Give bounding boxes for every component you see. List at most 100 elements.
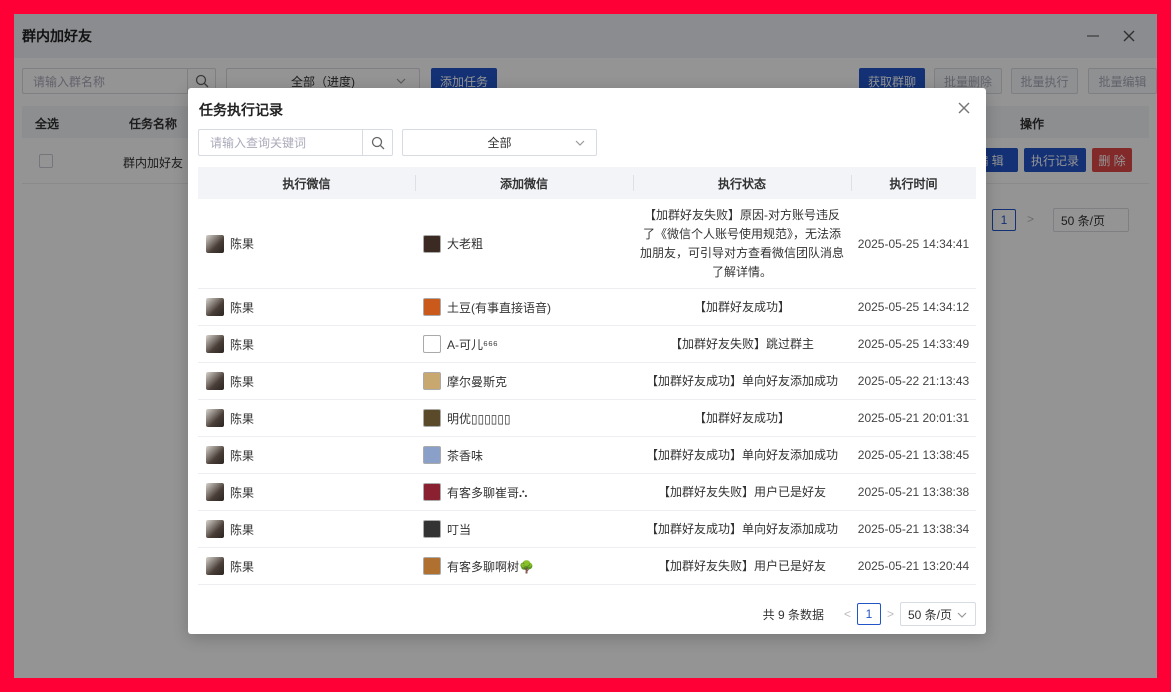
time-cell: 2025-05-21 13:38:34 bbox=[857, 522, 970, 536]
avatar bbox=[423, 446, 441, 464]
keyword-search-placeholder: 请输入查询关键词 bbox=[210, 136, 307, 150]
time-cell: 2025-05-21 13:38:38 bbox=[857, 485, 970, 499]
add-wechat-name: A-可儿⁶⁶⁶ bbox=[447, 337, 498, 352]
status-filter-value: 全部 bbox=[487, 136, 512, 150]
add-wechat-name: 有客多聊崔哥⛬ bbox=[447, 485, 528, 500]
exec-wechat-name: 陈果 bbox=[230, 448, 255, 463]
table-row: 陈果 摩尔曼斯克 【加群好友成功】单向好友添加成功 2025-05-22 21:13:… bbox=[198, 363, 976, 400]
page-size-value: 50 条/页 bbox=[908, 607, 953, 622]
avatar bbox=[206, 446, 224, 464]
exec-wechat-cell: 陈果 bbox=[198, 446, 415, 464]
prev-page-icon[interactable]: < bbox=[844, 607, 851, 621]
add-wechat-name: 叮当 bbox=[447, 522, 472, 537]
time-cell: 2025-05-22 21:13:43 bbox=[857, 374, 970, 388]
exec-wechat-name: 陈果 bbox=[230, 559, 255, 574]
time-cell: 2025-05-25 14:33:49 bbox=[857, 337, 970, 351]
exec-record-modal: 任务执行记录 请输入查询关键词 全部 执行微信 添加微信 执行状态 执行时间 陈… bbox=[188, 88, 986, 634]
add-wechat-cell: 摩尔曼斯克 bbox=[415, 372, 633, 390]
table-row: 陈果 土豆(有事直接语音) 【加群好友成功】 2025-05-25 14:34:12 bbox=[198, 289, 976, 326]
table-row: 陈果 叮当 【加群好友成功】单向好友添加成功 2025-05-21 13:38:34 bbox=[198, 511, 976, 548]
avatar bbox=[423, 520, 441, 538]
status-cell: 【加群好友失败】跳过群主 bbox=[669, 336, 814, 351]
table-row: 陈果 A-可儿⁶⁶⁶ 【加群好友失败】跳过群主 2025-05-25 14:33:49 bbox=[198, 326, 976, 363]
exec-wechat-name: 陈果 bbox=[230, 522, 255, 537]
avatar bbox=[206, 234, 224, 253]
add-wechat-cell: A-可儿⁶⁶⁶ bbox=[415, 335, 633, 353]
time-cell: 2025-05-25 14:34:41 bbox=[857, 236, 970, 251]
time-header: 执行时间 bbox=[851, 167, 976, 199]
time-cell: 2025-05-21 13:20:44 bbox=[857, 559, 970, 573]
table-row: 陈果 茶香味 【加群好友成功】单向好友添加成功 2025-05-21 13:38:45 bbox=[198, 437, 976, 474]
avatar bbox=[206, 372, 224, 390]
close-icon[interactable] bbox=[954, 98, 974, 118]
avatar bbox=[423, 483, 441, 501]
status-header: 执行状态 bbox=[633, 167, 851, 199]
avatar bbox=[206, 298, 224, 316]
exec-record-table: 执行微信 添加微信 执行状态 执行时间 陈果 大老粗 【加群好友失败】原因-对方账号… bbox=[198, 167, 976, 585]
modal-title: 任务执行记录 bbox=[199, 102, 283, 118]
modal-pager-total: 共 9 条数据 bbox=[762, 607, 824, 622]
avatar bbox=[206, 557, 224, 575]
avatar bbox=[206, 335, 224, 353]
add-wechat-header: 添加微信 bbox=[415, 167, 633, 199]
avatar bbox=[423, 298, 441, 316]
time-cell: 2025-05-21 20:01:31 bbox=[857, 411, 970, 425]
add-wechat-name: 茶香味 bbox=[447, 448, 484, 463]
exec-wechat-header: 执行微信 bbox=[282, 176, 331, 191]
chevron-down-icon bbox=[957, 612, 967, 618]
exec-wechat-cell: 陈果 bbox=[198, 234, 415, 253]
table-row: 陈果 有客多聊啊树🌳 【加群好友失败】用户已是好友 2025-05-21 13:20:… bbox=[198, 548, 976, 585]
keyword-search-input[interactable]: 请输入查询关键词 bbox=[198, 129, 393, 156]
exec-wechat-name: 陈果 bbox=[230, 300, 255, 315]
add-wechat-name: 大老粗 bbox=[447, 237, 484, 251]
avatar bbox=[423, 409, 441, 427]
page-size-select[interactable]: 50 条/页 bbox=[900, 602, 976, 626]
exec-wechat-cell: 陈果 bbox=[198, 298, 415, 316]
status-cell: 【加群好友成功】单向好友添加成功 bbox=[645, 373, 838, 388]
status-cell: 【加群好友成功】单向好友添加成功 bbox=[645, 521, 838, 536]
add-wechat-name: 土豆(有事直接语音) bbox=[447, 300, 551, 315]
exec-wechat-cell: 陈果 bbox=[198, 372, 415, 390]
modal-pager: 共 9 条数据 < 1 > 50 条/页 bbox=[763, 602, 976, 626]
add-wechat-cell: 大老粗 bbox=[415, 234, 633, 253]
status-cell: 【加群好友成功】 bbox=[693, 299, 790, 314]
avatar bbox=[206, 409, 224, 427]
status-cell: 【加群好友成功】 bbox=[693, 410, 790, 425]
avatar bbox=[423, 335, 441, 353]
add-wechat-name: 有客多聊啊树🌳 bbox=[447, 559, 534, 574]
search-icon[interactable] bbox=[362, 130, 392, 155]
avatar bbox=[423, 234, 441, 253]
status-cell: 【加群好友失败】用户已是好友 bbox=[657, 484, 826, 499]
status-filter-select[interactable]: 全部 bbox=[402, 129, 597, 156]
exec-wechat-name: 陈果 bbox=[230, 374, 255, 389]
chevron-down-icon bbox=[575, 140, 585, 146]
add-wechat-cell: 有客多聊崔哥⛬ bbox=[415, 483, 633, 501]
table-row: 陈果 明优▯▯▯▯▯▯ 【加群好友成功】 2025-05-21 20:01:31 bbox=[198, 400, 976, 437]
exec-wechat-cell: 陈果 bbox=[198, 483, 415, 501]
status-cell: 【加群好友成功】单向好友添加成功 bbox=[645, 447, 838, 462]
add-wechat-cell: 明优▯▯▯▯▯▯ bbox=[415, 409, 633, 427]
add-wechat-cell: 土豆(有事直接语音) bbox=[415, 298, 633, 316]
table-row: 陈果 有客多聊崔哥⛬ 【加群好友失败】用户已是好友 2025-05-21 13:38:… bbox=[198, 474, 976, 511]
add-wechat-cell: 叮当 bbox=[415, 520, 633, 538]
add-wechat-name: 明优▯▯▯▯▯▯ bbox=[447, 411, 511, 426]
exec-record-table-header: 执行微信 添加微信 执行状态 执行时间 bbox=[198, 167, 976, 199]
add-wechat-cell: 茶香味 bbox=[415, 446, 633, 464]
avatar bbox=[423, 557, 441, 575]
page-number[interactable]: 1 bbox=[856, 603, 881, 625]
table-row: 陈果 大老粗 【加群好友失败】原因-对方账号违反了《微信个人账号使用规范》，无法添加… bbox=[198, 199, 976, 289]
exec-wechat-cell: 陈果 bbox=[198, 520, 415, 538]
exec-wechat-cell: 陈果 bbox=[198, 557, 415, 575]
exec-wechat-cell: 陈果 bbox=[198, 409, 415, 427]
avatar bbox=[206, 520, 224, 538]
status-cell: 【加群好友失败】用户已是好友 bbox=[657, 558, 826, 573]
exec-record-rows: 陈果 大老粗 【加群好友失败】原因-对方账号违反了《微信个人账号使用规范》，无法添加… bbox=[198, 199, 976, 585]
exec-wechat-cell: 陈果 bbox=[198, 335, 415, 353]
exec-wechat-name: 陈果 bbox=[230, 411, 255, 426]
avatar bbox=[206, 483, 224, 501]
add-wechat-cell: 有客多聊啊树🌳 bbox=[415, 557, 633, 575]
avatar bbox=[423, 372, 441, 390]
next-page-icon[interactable]: > bbox=[887, 607, 894, 621]
exec-wechat-name: 陈果 bbox=[230, 237, 255, 251]
exec-wechat-name: 陈果 bbox=[230, 485, 255, 500]
